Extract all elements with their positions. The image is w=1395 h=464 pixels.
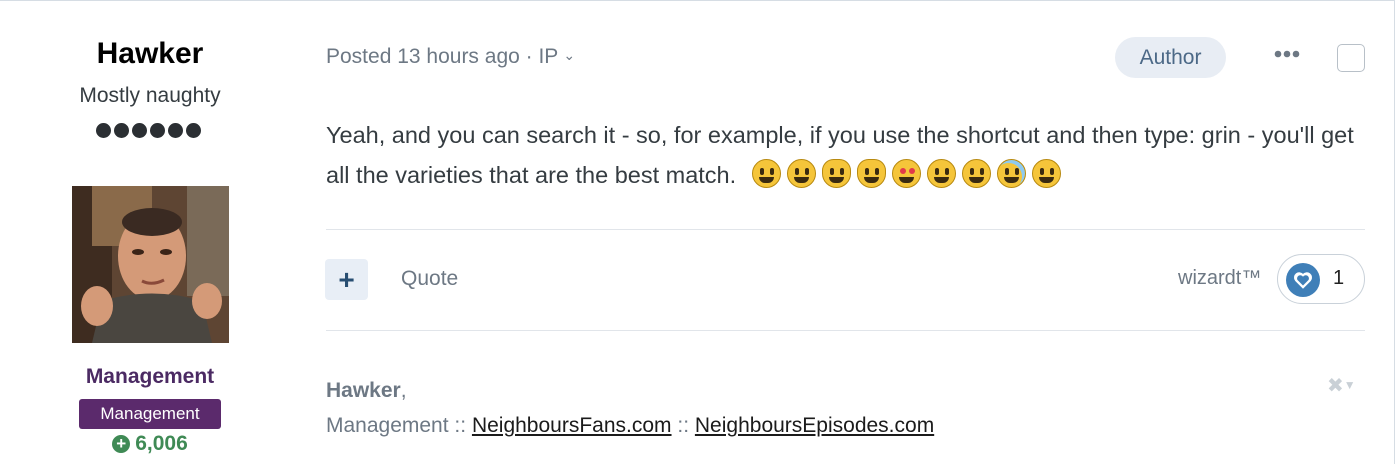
signature-prefix: Management :: xyxy=(326,414,467,437)
group-name: Management xyxy=(85,365,215,388)
rank-dots xyxy=(96,123,201,138)
rank-dot xyxy=(114,123,129,138)
post-select-checkbox[interactable] xyxy=(1337,44,1365,72)
ellipsis-icon[interactable] xyxy=(1274,45,1304,65)
multiquote-button[interactable]: + xyxy=(325,259,368,300)
smile-cat-emoji-icon xyxy=(822,159,852,188)
reputation-count: 6,006 xyxy=(135,432,188,455)
divider xyxy=(326,229,1365,230)
laughing-emoji-icon xyxy=(1032,159,1062,188)
divider xyxy=(326,330,1365,331)
chevron-down-icon: ⌄ xyxy=(563,47,576,63)
avatar[interactable] xyxy=(72,186,229,343)
rank-dot xyxy=(132,123,147,138)
reaction-liker[interactable]: wizardt™ xyxy=(1178,267,1261,290)
signature: Hawker, Management :: NeighboursFans.com… xyxy=(326,373,934,443)
smiley-cat-emoji-icon xyxy=(857,159,887,188)
signature-name: Hawker xyxy=(326,379,401,402)
signature-link-neighboursfans[interactable]: NeighboursFans.com xyxy=(472,414,672,437)
rank-dot xyxy=(168,123,183,138)
plus-circle-icon: + xyxy=(112,435,131,453)
rank-dot xyxy=(96,123,111,138)
author-name[interactable]: Hawker xyxy=(0,37,300,71)
grin-emoji-icon xyxy=(787,159,817,188)
post-date: Posted 13 hours ago · IP xyxy=(326,45,559,68)
close-icon[interactable]: ✖▼ xyxy=(1327,373,1356,398)
star-struck-emoji-icon xyxy=(892,159,922,188)
heart-icon xyxy=(1286,263,1320,297)
reaction-count: 1 xyxy=(1333,267,1345,289)
signature-name-line: Hawker, xyxy=(326,373,934,408)
author-column: Hawker Mostly naughty Management Managem… xyxy=(0,1,300,464)
post-content: Yeah, and you can search it - so, for ex… xyxy=(326,115,1371,195)
grinning-emoji-icon xyxy=(752,159,782,188)
post-meta[interactable]: Posted 13 hours ago · IP ⌄ xyxy=(326,45,575,69)
group-badge: Management xyxy=(79,399,221,429)
quote-button[interactable]: Quote xyxy=(401,267,458,291)
smile-emoji-icon xyxy=(962,159,992,188)
author-badge: Author xyxy=(1115,37,1226,78)
signature-name-suffix: , xyxy=(400,379,407,402)
emoji-row xyxy=(752,159,1062,188)
signature-separator: :: xyxy=(677,414,690,437)
reaction-button[interactable]: 1 xyxy=(1277,254,1365,304)
author-title: Mostly naughty xyxy=(79,84,221,107)
smiley-emoji-icon xyxy=(927,159,957,188)
signature-links-line: Management :: NeighboursFans.com :: Neig… xyxy=(326,408,934,443)
reputation[interactable]: +6,006 xyxy=(0,432,300,456)
sweat-smile-emoji-icon xyxy=(997,159,1027,188)
rank-dot xyxy=(150,123,165,138)
forum-post: Hawker Mostly naughty Management Managem… xyxy=(0,0,1395,464)
signature-link-neighboursepisodes[interactable]: NeighboursEpisodes.com xyxy=(695,414,934,437)
rank-dot xyxy=(186,123,201,138)
